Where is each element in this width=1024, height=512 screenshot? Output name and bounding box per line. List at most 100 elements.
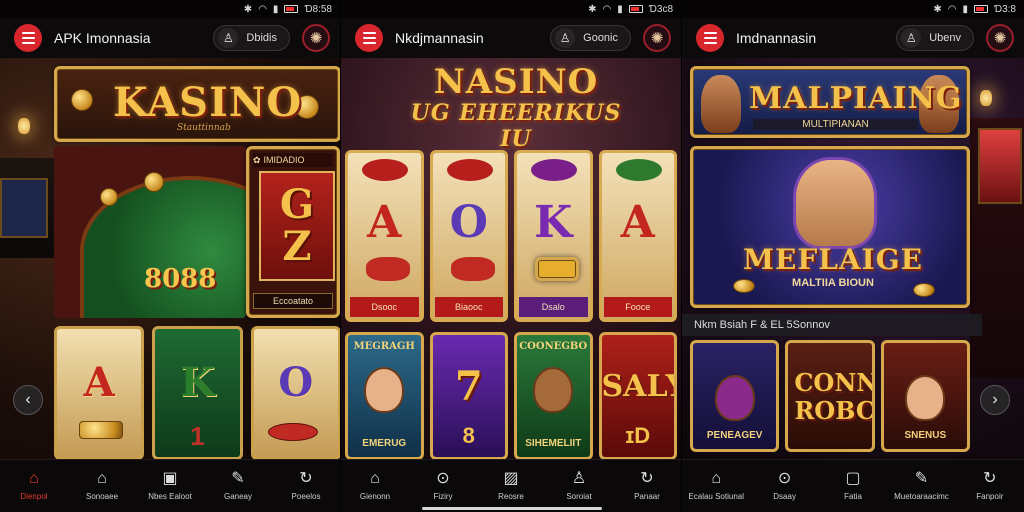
battery-icon [628, 5, 643, 13]
nav-item-4[interactable]: ♙ Soroiat [545, 460, 613, 512]
character-avatar [533, 367, 574, 413]
nav-item-2[interactable]: ⊙ Dsaay [750, 460, 818, 512]
nav-item-5[interactable]: ↻ Poeelos [272, 460, 340, 512]
reel-tile[interactable]: A [54, 326, 145, 460]
settings-gear-icon[interactable]: ✺ [643, 24, 671, 52]
nav-item-4[interactable]: ✎ Ganeay [204, 460, 272, 512]
reel-tile[interactable]: K 1 [152, 326, 243, 460]
account-pill[interactable]: ♙ Ubenv [896, 25, 974, 51]
reels-row: A K 1 O [54, 326, 340, 460]
bluetooth-icon: ✱ [933, 3, 942, 15]
app-bar: Nkdjmannasin ♙ Goonic ✺ [341, 18, 681, 58]
featured-game-hero[interactable]: MEFLAIGE MALTIIA BIOUN [690, 146, 970, 308]
game-card-symbol: SALY [601, 369, 675, 404]
slot-tile[interactable]: A Dsooc [345, 150, 424, 322]
reel-symbol: O [278, 359, 314, 406]
banner-title: NASINO [433, 62, 599, 102]
featured-card-face: G Z [259, 171, 335, 281]
game-card-label: SIHEMELIIT [525, 438, 582, 449]
content-area: NASINO UG EHEERIKUS IU A Dsooc O Biaooc K D… [341, 58, 681, 460]
next-arrow-button[interactable]: › [980, 385, 1010, 415]
nav-item-4[interactable]: ✎ Muetoaraacimc [887, 460, 955, 512]
coin-icon [71, 89, 93, 111]
reel-tile[interactable]: O [250, 326, 340, 460]
nav-item-5[interactable]: ↻ Panaar [613, 460, 681, 512]
menu-button[interactable] [696, 24, 724, 52]
nav-label: Soroiat [566, 492, 592, 501]
status-time: Ɗ3c8 [648, 3, 673, 15]
slot-tiles-row: A Dsooc O Biaooc K Dsalo A Fooce [345, 150, 677, 322]
coin-icon [733, 279, 755, 293]
character-avatar [714, 375, 755, 421]
roulette-table-tile[interactable]: 8088 [54, 146, 246, 318]
nav-item-1[interactable]: ⌂ Ecalau Sotiunal [682, 460, 750, 512]
side-arcade-image [0, 158, 54, 258]
wifi-icon: ◠ [602, 3, 612, 15]
status-bar: ✱ ◠ ▮ Ɗ3:8 [682, 0, 1024, 18]
nav-label: Muetoaraacimc [894, 492, 949, 501]
game-card[interactable]: 7 8 [429, 332, 508, 460]
slot-tile[interactable]: A Fooce [598, 150, 677, 322]
featured-card[interactable]: ✿ IMIDADIO G Z Eccoatato [246, 146, 340, 318]
wallet-icon: ♙ [555, 28, 576, 48]
account-pill-label: Goonic [583, 32, 618, 44]
game-card-title: COONEGBO [519, 341, 588, 352]
wifi-icon: ◠ [947, 3, 957, 15]
gold-bar-icon [535, 257, 579, 281]
tile-letter: A [620, 197, 655, 248]
banner-subtitle: Stauttinnab [177, 123, 231, 133]
malpiaing-banner[interactable]: MALPIAING MULTIPIANAN [690, 66, 970, 138]
nav-item-3[interactable]: ▣ Nbes Ealoot [136, 460, 204, 512]
status-bar: ✱ ◠ ▮ Ɗ3c8 [341, 0, 681, 18]
game-card[interactable]: MEGRAGH EMERUG [345, 332, 424, 460]
game-card[interactable]: SNENUS [880, 340, 970, 452]
account-pill-label: Dbidis [246, 32, 277, 44]
game-card[interactable]: COONEGBO SIHEMELIIT [514, 332, 593, 460]
nav-item-5[interactable]: ↻ Fanpoir [956, 460, 1024, 512]
search-icon: ⊙ [436, 470, 450, 487]
slot-tile[interactable]: O Biaooc [429, 150, 508, 322]
game-card[interactable]: SALY ɪD [598, 332, 677, 460]
nav-label: Reosre [498, 492, 524, 501]
screens-container: ✱ ◠ ▮ Ɗ8:58 APK Imonnasia ♙ Dbidis ✺ KAS… [0, 0, 1024, 512]
nav-item-1[interactable]: ⌂ Gienonn [341, 460, 409, 512]
banner-title: KASINO [113, 79, 303, 126]
game-card[interactable]: CONN ROBCS [785, 340, 875, 452]
hat-icon [531, 159, 577, 181]
refresh-icon: ↻ [983, 470, 997, 487]
game-card[interactable]: PENEAGEV [690, 340, 780, 452]
app-title: Imdnannasin [736, 30, 817, 46]
slot-tile[interactable]: K Dsalo [514, 150, 593, 322]
game-card-title: CONN ROBCS [794, 368, 875, 425]
account-pill[interactable]: ♙ Dbidis [213, 25, 290, 51]
nasino-banner[interactable]: NASINO UG EHEERIKUS IU [401, 62, 631, 152]
chips-icon [450, 257, 495, 281]
menu-button[interactable] [355, 24, 383, 52]
battery-icon [974, 5, 988, 13]
nav-item-3[interactable]: ▨ Reosre [477, 460, 545, 512]
nav-item-home[interactable]: ⌂ Dienpol [0, 460, 68, 512]
nav-label: Nbes Ealoot [148, 492, 192, 501]
side-arcade-image [970, 118, 1024, 378]
hero-title: MEFLAIGE [743, 243, 923, 276]
nav-item-3[interactable]: ▢ Fatia [819, 460, 887, 512]
account-pill[interactable]: ♙ Goonic [550, 25, 631, 51]
prev-arrow-button[interactable]: ‹ [13, 385, 43, 415]
tile-footer: Dsalo [519, 297, 588, 317]
tile-letter: A [367, 197, 402, 248]
account-pill-label: Ubenv [929, 32, 961, 44]
nav-item-2[interactable]: ⌂ Sonoaee [68, 460, 136, 512]
nav-item-2[interactable]: ⊙ Fiziry [409, 460, 477, 512]
bluetooth-icon: ✱ [243, 3, 253, 15]
nav-label: Fanpoir [976, 492, 1004, 501]
banner-subtitle: MULTIPIANAN [753, 119, 918, 130]
settings-gear-icon[interactable]: ✺ [986, 24, 1014, 52]
menu-button[interactable] [14, 24, 42, 52]
settings-gear-icon[interactable]: ✺ [302, 24, 330, 52]
content-area: MALPIAING MULTIPIANAN MEFLAIGE MALTIIA B… [682, 58, 1024, 459]
kasino-banner[interactable]: KASINO Stauttinnab [54, 66, 340, 142]
bowl-icon [446, 159, 493, 181]
nav-label: Fiziry [433, 492, 453, 501]
lamp-decoration [980, 90, 992, 106]
tile-letter: K [534, 197, 573, 248]
